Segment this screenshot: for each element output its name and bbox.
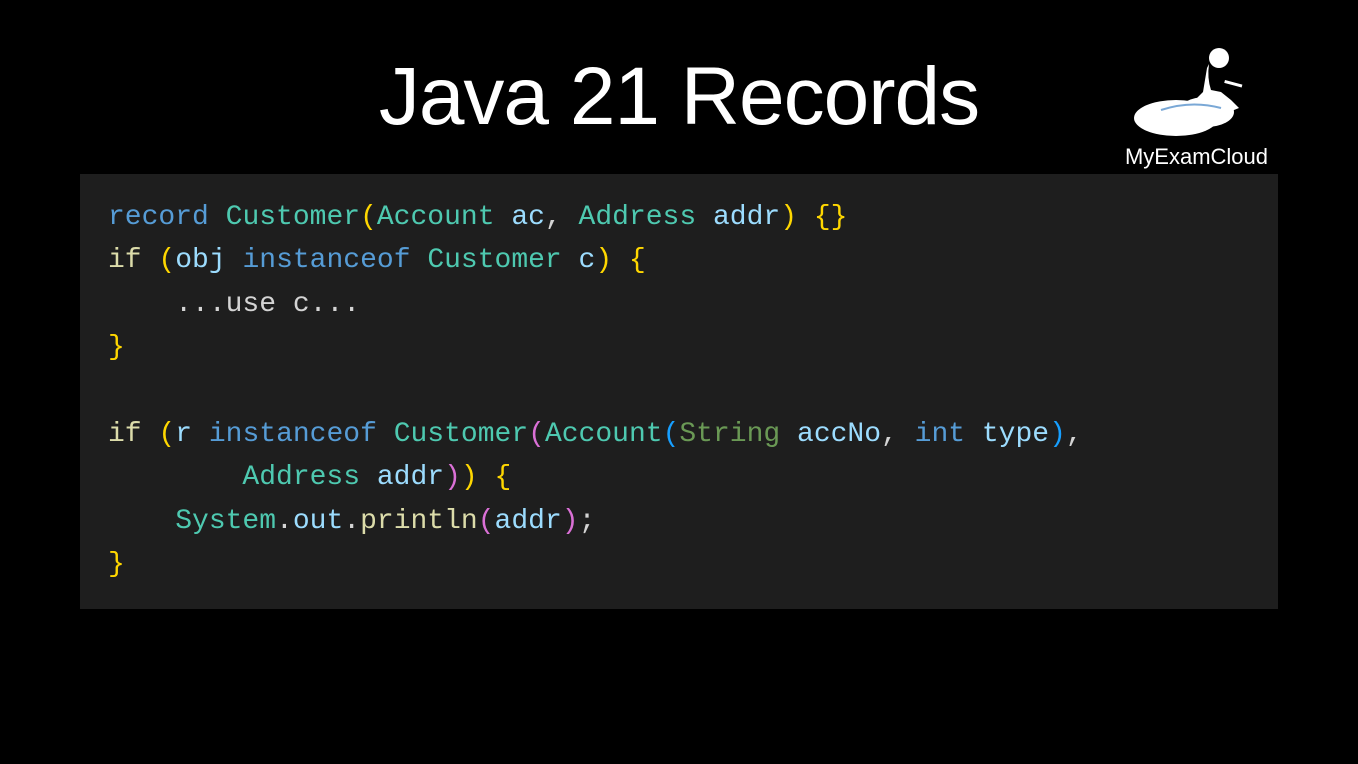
code-line-3: ...use c... <box>108 289 360 320</box>
code-line-6: Address addr)) { <box>108 462 511 493</box>
code-block: record Customer(Account ac, Address addr… <box>80 174 1278 609</box>
brand-name: MyExamCloud <box>1125 144 1268 170</box>
brand-logo: MyExamCloud <box>1125 40 1268 170</box>
code-line-1: record Customer(Account ac, Address addr… <box>108 202 847 233</box>
myexamcloud-icon <box>1131 40 1261 140</box>
code-line-2: if (obj instanceof Customer c) { <box>108 245 646 276</box>
code-line-4: } <box>108 332 125 363</box>
code-line-7: System.out.println(addr); <box>108 506 595 537</box>
code-line-5: if (r instanceof Customer(Account(String… <box>108 419 1083 450</box>
header: Java 21 Records MyExamCloud <box>0 0 1358 144</box>
page-title: Java 21 Records <box>379 50 979 144</box>
code-line-8: } <box>108 549 125 580</box>
